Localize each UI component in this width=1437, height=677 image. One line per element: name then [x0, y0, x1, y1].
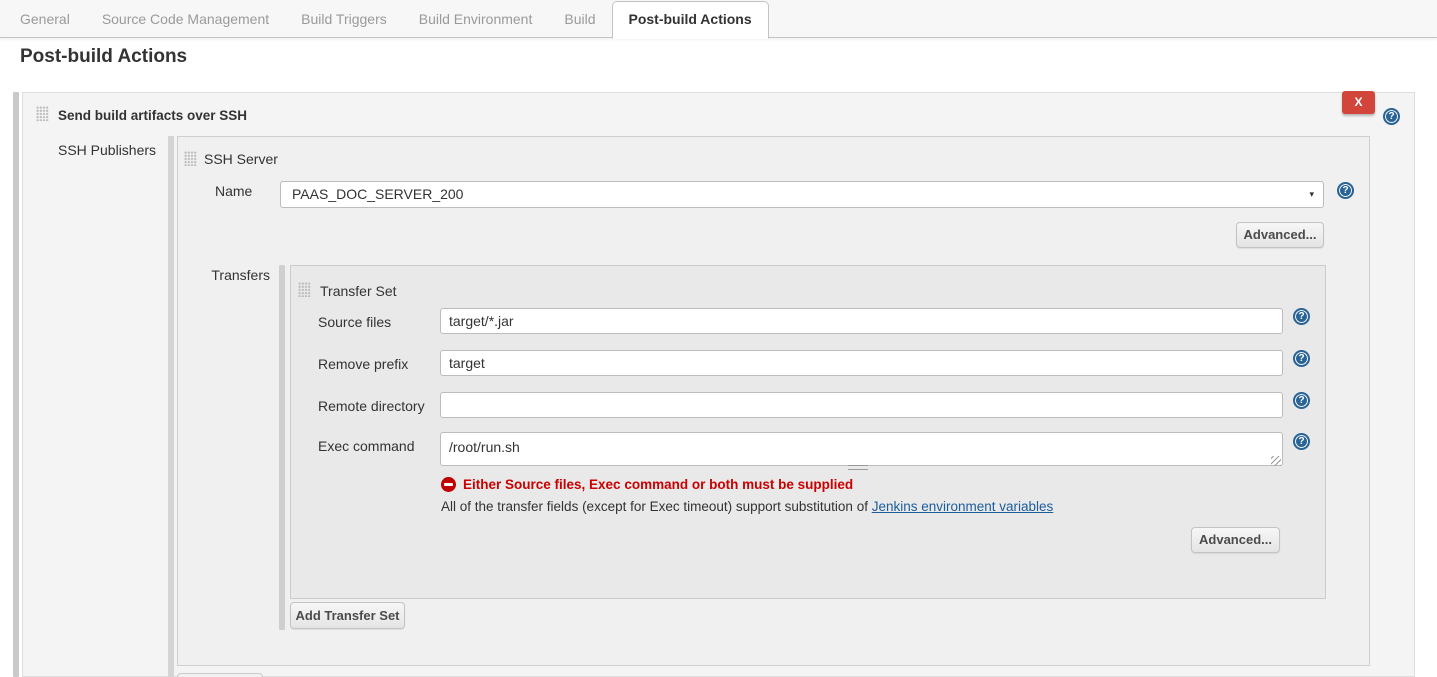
publisher-section: Send build artifacts over SSH X ? SSH Pu… [22, 92, 1415, 677]
jenkins-config-page: General Source Code Management Build Tri… [0, 0, 1437, 677]
transfer-advanced-button[interactable]: Advanced... [1191, 527, 1280, 553]
remote-directory-label: Remote directory [318, 398, 425, 414]
source-files-label: Source files [318, 314, 391, 330]
source-files-input[interactable] [440, 308, 1283, 334]
exec-command-textarea[interactable]: /root/run.sh [440, 432, 1283, 466]
name-label: Name [215, 183, 252, 199]
chevron-down-icon: ▾ [1309, 182, 1314, 207]
help-icon[interactable]: ? [1293, 392, 1310, 409]
jenkins-environment-variables-link[interactable]: Jenkins environment variables [872, 499, 1054, 514]
tab-source-code-management[interactable]: Source Code Management [86, 0, 285, 37]
ssh-server-panel: SSH Server Name PAAS_DOC_SERVER_200 ▾ ? … [177, 136, 1370, 666]
add-server-button-partial[interactable] [177, 673, 263, 677]
help-icon[interactable]: ? [1293, 433, 1310, 450]
help-icon[interactable]: ? [1337, 182, 1354, 199]
remove-prefix-label: Remove prefix [318, 356, 408, 372]
delete-publisher-button[interactable]: X [1342, 91, 1375, 114]
help-icon[interactable]: ? [1293, 308, 1310, 325]
publisher-title: Send build artifacts over SSH [58, 108, 247, 123]
remove-prefix-input[interactable] [440, 350, 1283, 376]
tab-general[interactable]: General [4, 0, 86, 37]
transfer-set-panel: Transfer Set Source files ? Remove prefi… [290, 265, 1326, 599]
drag-grip-icon[interactable] [184, 151, 197, 166]
ssh-server-advanced-button[interactable]: Advanced... [1236, 222, 1324, 248]
tab-build-triggers[interactable]: Build Triggers [285, 0, 403, 37]
tab-post-build-actions[interactable]: Post-build Actions [612, 1, 769, 39]
transfer-set-title: Transfer Set [320, 283, 397, 299]
ssh-publishers-label: SSH Publishers [58, 142, 156, 158]
textarea-resize-grip-icon[interactable] [1271, 456, 1281, 466]
config-tabbar: General Source Code Management Build Tri… [0, 0, 1437, 38]
ssh-server-title: SSH Server [204, 151, 278, 167]
validation-error-message: Either Source files, Exec command or bot… [463, 477, 853, 492]
transfer-note-text: All of the transfer fields (except for E… [441, 499, 868, 514]
ssh-server-name-select[interactable]: PAAS_DOC_SERVER_200 ▾ [280, 181, 1324, 208]
help-icon[interactable]: ? [1383, 108, 1400, 125]
remote-directory-input[interactable] [440, 392, 1283, 418]
drag-grip-icon[interactable] [36, 106, 49, 121]
help-icon[interactable]: ? [1293, 350, 1310, 367]
add-transfer-set-button[interactable]: Add Transfer Set [290, 602, 405, 629]
tab-build-environment[interactable]: Build Environment [403, 0, 549, 37]
exec-command-label: Exec command [318, 438, 414, 454]
selected-server-name: PAAS_DOC_SERVER_200 [292, 182, 463, 207]
error-icon [441, 477, 456, 492]
page-title: Post-build Actions [20, 46, 187, 68]
tab-build[interactable]: Build [548, 0, 611, 37]
textarea-drag-handle[interactable] [848, 465, 868, 470]
drag-grip-icon[interactable] [298, 282, 311, 297]
transfer-note: All of the transfer fields (except for E… [441, 499, 1053, 514]
ssh-publisher-dragbar[interactable] [168, 136, 174, 677]
transfer-set-dragbar[interactable] [279, 265, 285, 630]
transfers-label: Transfers [178, 267, 270, 283]
publisher-dragbar[interactable] [13, 92, 19, 677]
